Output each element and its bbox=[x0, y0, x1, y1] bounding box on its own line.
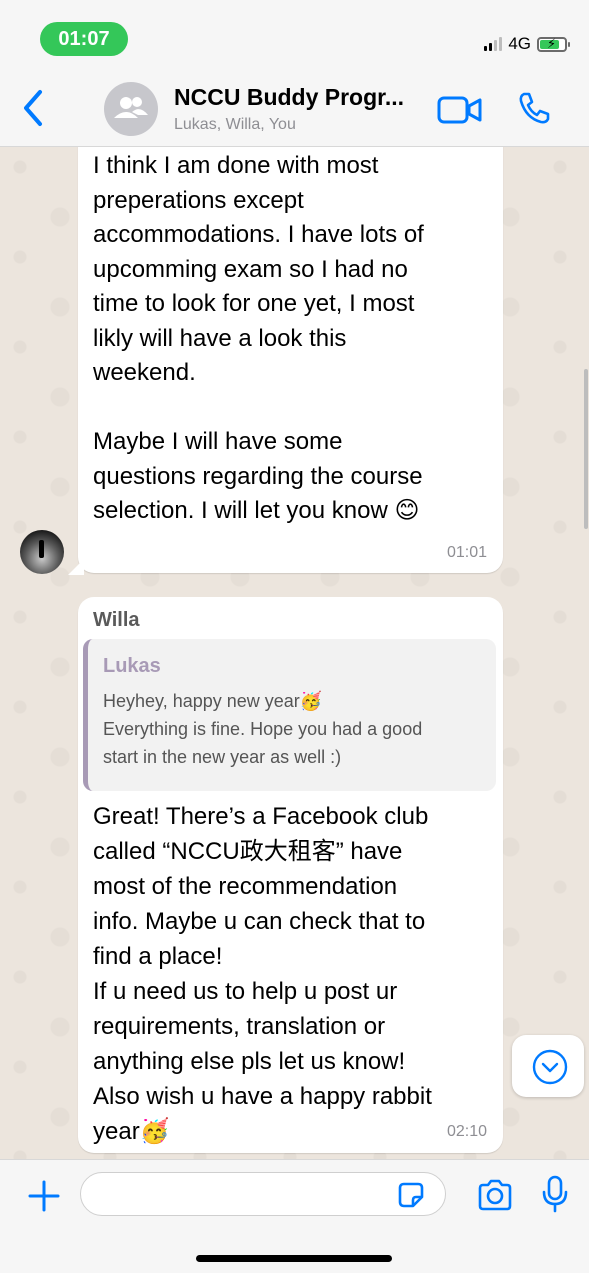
message-time: 01:01 bbox=[446, 544, 487, 561]
camera-icon[interactable] bbox=[476, 1178, 514, 1212]
phone-icon[interactable] bbox=[516, 90, 552, 126]
avatar[interactable] bbox=[20, 530, 64, 574]
chat-title[interactable]: NCCU Buddy Progr... bbox=[174, 84, 404, 111]
battery-icon: ⚡ bbox=[537, 36, 570, 52]
status-time: 01:07 bbox=[40, 22, 128, 56]
signal-icon bbox=[484, 37, 503, 51]
status-bar: 01:07 4G ⚡ bbox=[0, 0, 589, 70]
message-bubble[interactable]: Willa Lukas Heyhey, happy new year🥳 Ever… bbox=[78, 597, 503, 1153]
message-text: I think I am done with most preperations… bbox=[93, 152, 424, 524]
composer-bar bbox=[0, 1159, 589, 1273]
message-sender: Willa bbox=[93, 609, 140, 631]
quoted-text: Heyhey, happy new year🥳 Everything is fi… bbox=[103, 691, 423, 767]
plus-icon[interactable] bbox=[26, 1178, 62, 1214]
message-bubble[interactable]: I think I am done with most preperations… bbox=[78, 147, 503, 573]
network-label: 4G bbox=[508, 34, 531, 53]
scrollbar[interactable] bbox=[584, 369, 588, 529]
group-icon bbox=[114, 97, 148, 118]
scroll-down-button[interactable] bbox=[512, 1035, 584, 1097]
chat-header: NCCU Buddy Progr... Lukas, Willa, You bbox=[0, 70, 589, 147]
message-text: Great! There’s a Facebook club called “N… bbox=[93, 803, 432, 1145]
microphone-icon[interactable] bbox=[540, 1174, 570, 1214]
chevron-down-circle-icon bbox=[532, 1049, 568, 1085]
message-input[interactable] bbox=[80, 1172, 446, 1216]
video-camera-icon[interactable] bbox=[436, 94, 484, 126]
quoted-sender: Lukas bbox=[103, 655, 161, 677]
bubble-tail bbox=[68, 559, 84, 575]
quoted-message[interactable]: Lukas Heyhey, happy new year🥳 Everything… bbox=[83, 639, 496, 791]
message-list[interactable]: I think I am done with most preperations… bbox=[0, 147, 589, 1159]
status-indicators: 4G ⚡ bbox=[484, 34, 570, 54]
home-indicator bbox=[196, 1255, 392, 1262]
chevron-left-icon[interactable] bbox=[14, 84, 54, 132]
chat-participants[interactable]: Lukas, Willa, You bbox=[174, 116, 296, 134]
sticker-icon[interactable] bbox=[396, 1180, 426, 1210]
message-time: 02:10 bbox=[446, 1123, 487, 1140]
group-avatar[interactable] bbox=[104, 82, 158, 136]
